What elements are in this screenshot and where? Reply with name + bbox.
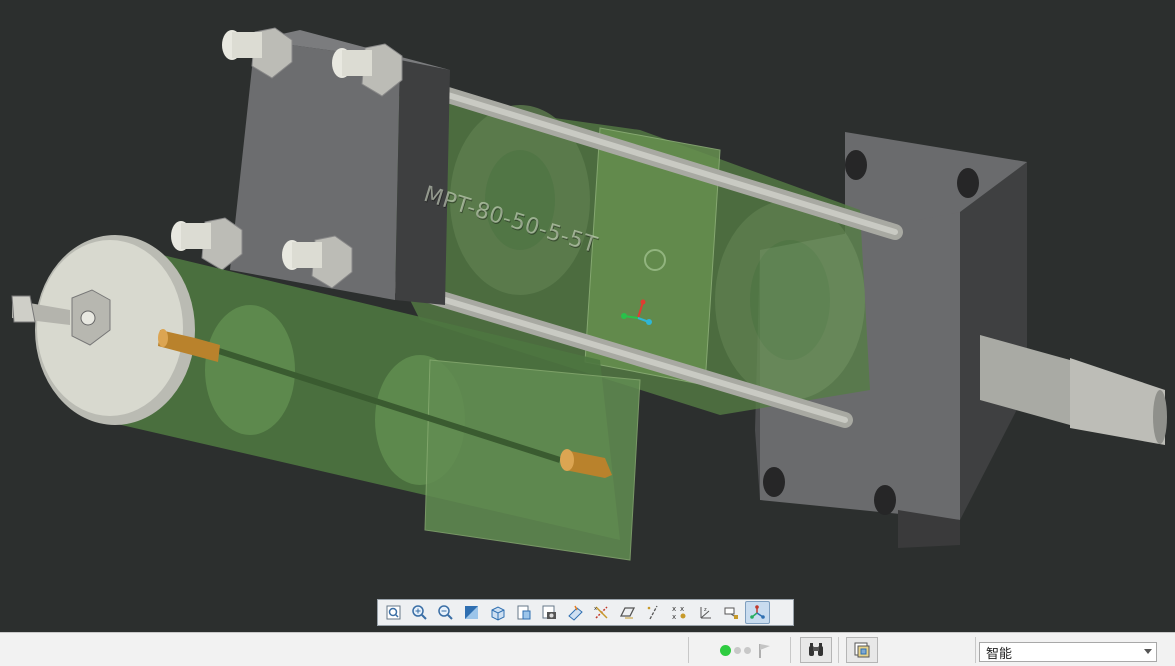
zoom-out-button[interactable] xyxy=(433,601,458,624)
flag-icon[interactable] xyxy=(755,641,775,661)
datum-display-icon: x xyxy=(594,606,608,619)
view-manager-button[interactable] xyxy=(537,601,562,624)
graphics-window[interactable]: MPT-80-50-5-5T xyxy=(0,0,1175,632)
spin-center-button[interactable] xyxy=(745,601,770,624)
filter-value: 智能 xyxy=(986,646,1013,662)
perspective-icon xyxy=(568,605,583,621)
select-box-button[interactable] xyxy=(846,637,878,663)
perspective-button[interactable] xyxy=(563,601,588,624)
chevron-down-icon xyxy=(1144,649,1152,654)
zoom-in-icon xyxy=(412,605,427,620)
plane-display-button[interactable] xyxy=(615,601,640,624)
status-divider xyxy=(790,637,791,663)
annotation-display-icon xyxy=(724,607,738,619)
repaint-icon xyxy=(465,606,478,619)
zoom-in-button[interactable] xyxy=(407,601,432,624)
regen-status-light xyxy=(744,647,751,654)
display-style-button[interactable] xyxy=(485,601,510,624)
saved-orientations-button[interactable] xyxy=(511,601,536,624)
status-divider xyxy=(975,637,976,663)
piston-rod[interactable] xyxy=(980,335,1167,445)
point-display-icon: x xx xyxy=(672,605,686,621)
svg-text:z: z xyxy=(704,607,707,613)
selection-filter-dropdown[interactable]: 智能 xyxy=(979,642,1157,662)
selection-icon xyxy=(854,642,870,658)
plane-display-icon xyxy=(619,607,636,619)
repaint-button[interactable] xyxy=(459,601,484,624)
csys-display-icon: z xyxy=(700,607,711,619)
refit-icon xyxy=(386,605,401,620)
svg-text:x: x xyxy=(594,606,597,612)
svg-text:x: x xyxy=(672,605,676,613)
graphics-toolbar: x xxx z xyxy=(377,599,794,626)
status-divider xyxy=(838,637,839,663)
find-button[interactable] xyxy=(800,637,832,663)
refit-button[interactable] xyxy=(381,601,406,624)
regen-status-light xyxy=(734,647,741,654)
regeneration-status-indicator[interactable] xyxy=(720,645,751,656)
status-divider xyxy=(688,637,689,663)
display-style-icon xyxy=(491,606,505,621)
saved-orientations-icon xyxy=(517,605,531,620)
cylinder-end-cap[interactable] xyxy=(11,235,195,425)
datum-display-button[interactable]: x xyxy=(589,601,614,624)
point-display-button[interactable]: xxx xyxy=(667,601,692,624)
axis-display-icon xyxy=(647,605,658,620)
spin-center-icon xyxy=(750,605,765,619)
zoom-out-icon xyxy=(438,605,453,620)
regen-status-light-green xyxy=(720,645,731,656)
axis-display-button[interactable] xyxy=(641,601,666,624)
csys-display-button[interactable]: z xyxy=(693,601,718,624)
svg-text:x: x xyxy=(672,613,676,621)
annotation-display-button[interactable] xyxy=(719,601,744,624)
3d-model-view[interactable] xyxy=(0,0,1175,632)
view-manager-icon xyxy=(542,605,556,619)
binoculars-icon xyxy=(809,643,823,656)
svg-text:x: x xyxy=(680,605,684,613)
